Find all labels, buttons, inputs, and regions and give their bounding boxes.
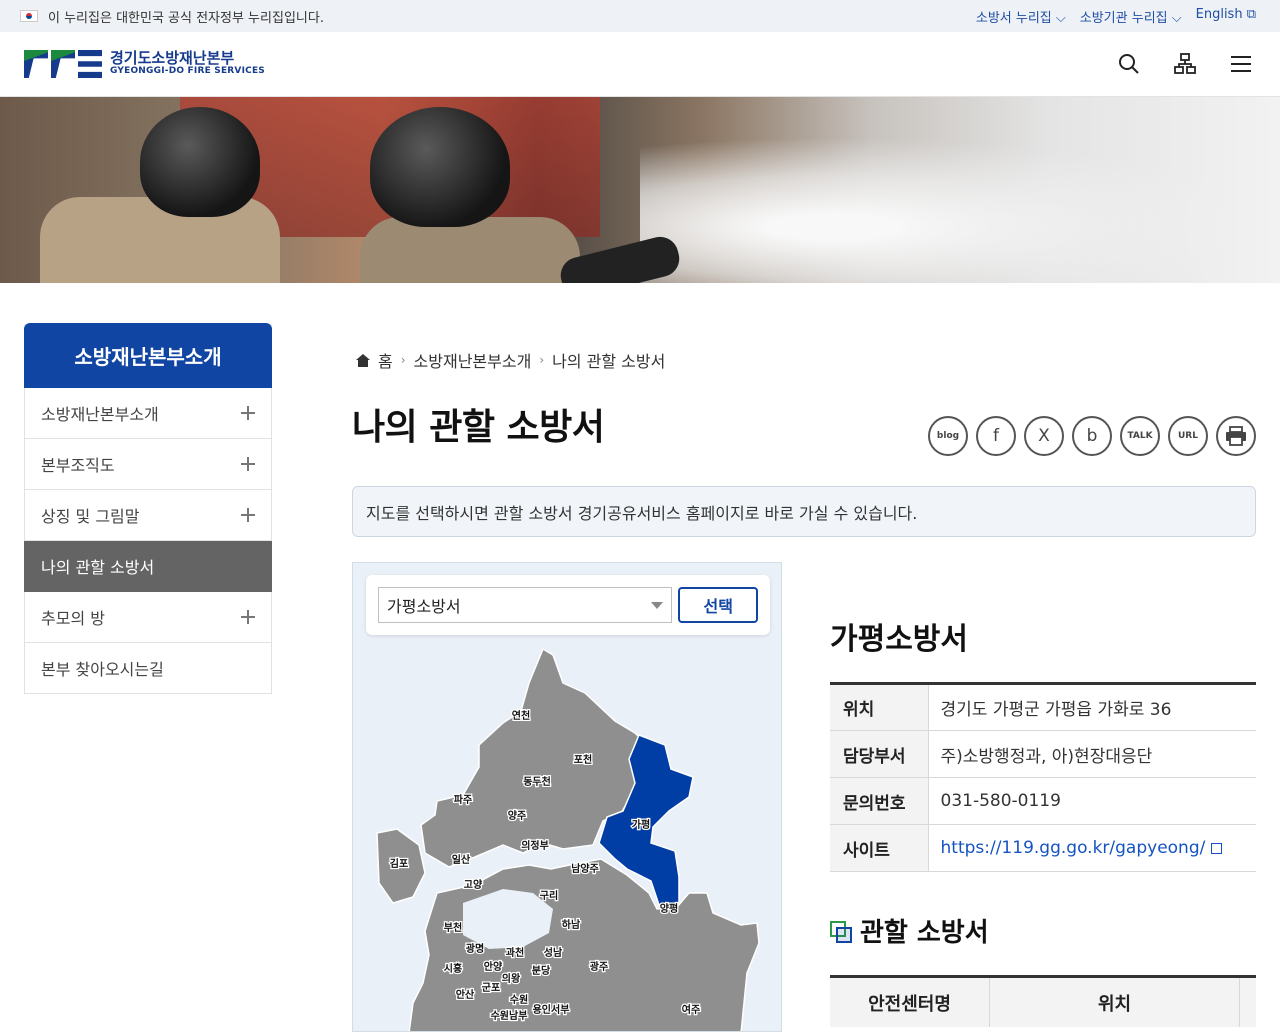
svg-text:과천: 과천	[506, 946, 524, 959]
facebook-share-button[interactable]: f	[976, 416, 1016, 456]
svg-text:하남: 하남	[562, 918, 581, 931]
home-icon	[356, 353, 370, 367]
svg-text:고양: 고양	[464, 879, 483, 891]
svg-text:광명: 광명	[466, 942, 484, 955]
svg-text:성남: 성남	[544, 946, 563, 959]
svg-text:구리: 구리	[540, 889, 558, 902]
page-title: 나의 관할 소방서	[352, 407, 605, 448]
side-nav-title: 소방재난본부소개	[24, 323, 272, 388]
chevron-right-icon: ›	[539, 353, 545, 367]
svg-text:포천: 포천	[574, 753, 592, 766]
external-link-icon	[1211, 842, 1223, 854]
plus-icon	[241, 508, 255, 522]
svg-text:가평: 가평	[632, 818, 650, 831]
table-row: 담당부서 주)소방행정과, 아)현장대응단	[830, 730, 1256, 778]
side-nav-item-symbols[interactable]: 상징 및 그림말	[24, 490, 272, 541]
svg-text:양주: 양주	[508, 810, 526, 822]
side-nav-item-my-station[interactable]: 나의 관할 소방서	[24, 541, 272, 592]
logo-text-en: GYEONGGI-DO FIRE SERVICES	[110, 66, 265, 77]
fire-agency-sites-link[interactable]: 소방기관 누리집 ⌵	[1080, 7, 1182, 26]
korea-flag-icon	[20, 10, 38, 22]
station-name: 가평소방서	[830, 622, 968, 657]
side-nav-item-org-chart[interactable]: 본부조직도	[24, 439, 272, 490]
gov-banner: 이 누리집은 대한민국 공식 전자정부 누리집입니다. 소방서 누리집 ⌵ 소방…	[0, 0, 1280, 32]
region-map-panel: 연천 포천 동두천 파주 양주 가평 의정부 김포 일산 남양주 고양 구리 양…	[352, 562, 782, 1032]
fire-station-sites-link[interactable]: 소방서 누리집 ⌵	[976, 7, 1066, 26]
print-button[interactable]	[1216, 416, 1256, 456]
svg-text:부천: 부천	[444, 921, 462, 934]
station-selector: 가평소방서 선택	[366, 575, 770, 635]
english-link[interactable]: English ⧉	[1196, 7, 1256, 26]
station-info-table: 위치 경기도 가평군 가평읍 가화로 36 담당부서 주)소방행정과, 아)현장…	[830, 682, 1256, 872]
svg-text:김포: 김포	[390, 858, 408, 870]
svg-text:남양주: 남양주	[571, 862, 599, 875]
gov-notice: 이 누리집은 대한민국 공식 전자정부 누리집입니다.	[48, 10, 324, 26]
logo-text-ko: 경기도소방재난본부	[110, 49, 235, 68]
blog-share-button[interactable]: blog	[928, 416, 968, 456]
url-copy-button[interactable]: URL	[1168, 416, 1208, 456]
svg-text:분당: 분당	[532, 964, 551, 977]
svg-text:광주: 광주	[590, 961, 608, 973]
breadcrumb: 홈 › 소방재난본부소개 › 나의 관할 소방서	[356, 348, 665, 372]
svg-text:시흥: 시흥	[444, 962, 462, 975]
svg-text:안산: 안산	[456, 988, 475, 1001]
logo-mark-icon	[24, 50, 102, 78]
breadcrumb-home[interactable]: 홈	[378, 348, 393, 372]
search-icon[interactable]	[1118, 53, 1140, 75]
plus-icon	[241, 406, 255, 420]
svg-text:동두천: 동두천	[523, 775, 551, 788]
sitemap-icon[interactable]	[1174, 53, 1196, 75]
info-notice: 지도를 선택하시면 관할 소방서 경기공유서비스 홈페이지로 바로 가실 수 있…	[352, 486, 1256, 537]
table-row: 사이트 https://119.gg.go.kr/gapyeong/	[830, 824, 1256, 872]
svg-text:수원남부: 수원남부	[491, 1009, 528, 1022]
side-navigation: 소방재난본부소개 소방재난본부소개 본부조직도 상징 및 그림말 나의 관할 소…	[24, 323, 272, 694]
select-button[interactable]: 선택	[678, 587, 758, 623]
svg-text:군포: 군포	[482, 982, 500, 994]
band-share-button[interactable]: b	[1072, 416, 1112, 456]
breadcrumb-current[interactable]: 나의 관할 소방서	[552, 348, 665, 372]
svg-text:의왕: 의왕	[502, 972, 521, 985]
svg-text:양평: 양평	[660, 902, 678, 915]
site-header: 경기도소방재난본부 GYEONGGI-DO FIRE SERVICES	[0, 32, 1280, 97]
chevron-right-icon: ›	[400, 353, 406, 367]
svg-text:수원: 수원	[510, 993, 528, 1006]
chevron-down-icon	[651, 601, 664, 609]
section-bullet-icon	[830, 920, 852, 943]
side-nav-item-about[interactable]: 소방재난본부소개	[24, 388, 272, 439]
svg-text:파주: 파주	[454, 793, 472, 806]
table-row: 위치 경기도 가평군 가평읍 가화로 36	[830, 683, 1256, 731]
svg-text:용인서부: 용인서부	[533, 1003, 570, 1016]
svg-text:의정부: 의정부	[521, 839, 549, 852]
svg-text:연천: 연천	[512, 709, 530, 722]
column-header-location: 위치	[990, 978, 1240, 1027]
center-list-header: 안전센터명 위치	[830, 975, 1256, 1027]
sub-section-title: 관할 소방서	[830, 912, 989, 949]
svg-text:안양: 안양	[484, 960, 503, 973]
share-buttons: blog f X b TALK URL	[928, 416, 1256, 456]
table-row: 문의번호 031-580-0119	[830, 777, 1256, 825]
map-region-south[interactable]	[408, 858, 760, 1032]
plus-icon	[241, 457, 255, 471]
plus-icon	[241, 610, 255, 624]
station-site-link[interactable]: https://119.gg.go.kr/gapyeong/	[941, 838, 1206, 858]
kakaotalk-share-button[interactable]: TALK	[1120, 416, 1160, 456]
x-share-button[interactable]: X	[1024, 416, 1064, 456]
svg-text:일산: 일산	[452, 853, 471, 866]
breadcrumb-section[interactable]: 소방재난본부소개	[414, 348, 532, 372]
svg-text:여주: 여주	[682, 1003, 700, 1016]
hero-banner-image	[0, 97, 1280, 283]
menu-icon[interactable]	[1230, 53, 1252, 75]
station-select[interactable]: 가평소방서	[378, 587, 673, 623]
column-header-center: 안전센터명	[830, 978, 990, 1027]
side-nav-item-memorial[interactable]: 추모의 방	[24, 592, 272, 643]
side-nav-item-directions[interactable]: 본부 찾아오시는길	[24, 643, 272, 694]
site-logo[interactable]: 경기도소방재난본부 GYEONGGI-DO FIRE SERVICES	[24, 50, 265, 78]
printer-icon	[1226, 426, 1246, 446]
